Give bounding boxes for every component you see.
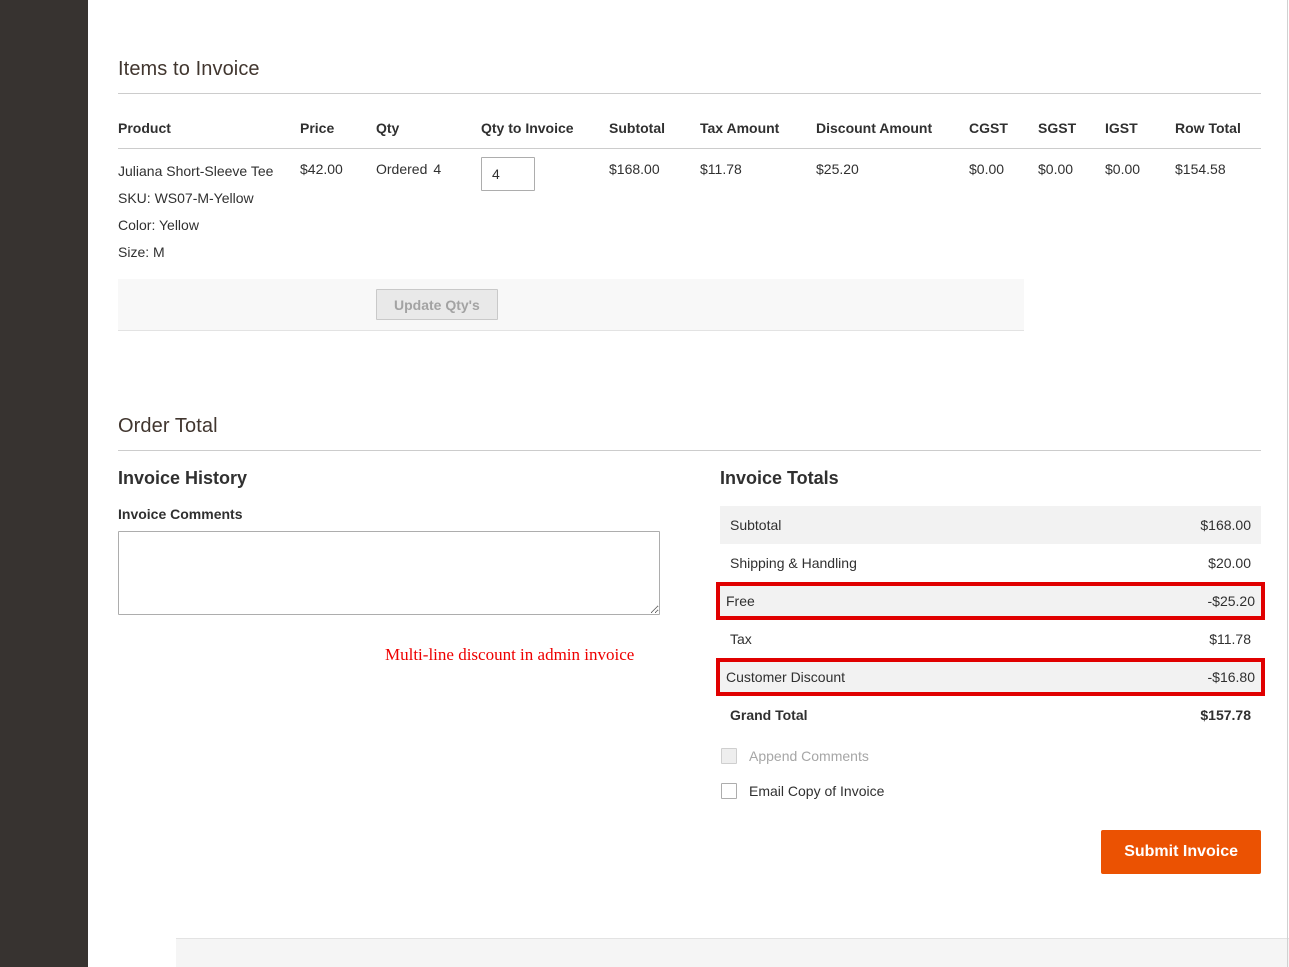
- item-row: Juliana Short-Sleeve Tee SKU: WS07-M-Yel…: [118, 149, 1261, 275]
- col-header-sgst: SGST: [1038, 94, 1105, 149]
- product-name: Juliana Short-Sleeve Tee: [118, 161, 292, 181]
- product-cell: Juliana Short-Sleeve Tee SKU: WS07-M-Yel…: [118, 149, 300, 275]
- discount-amount-cell: $25.20: [816, 149, 969, 275]
- admin-sidebar: [0, 0, 88, 967]
- total-label: Customer Discount: [726, 669, 845, 685]
- total-row-grand-total: Grand Total $157.78: [720, 696, 1261, 734]
- qty-status-label: Ordered: [376, 161, 427, 177]
- col-header-subtotal: Subtotal: [609, 94, 700, 149]
- total-row-tax: Tax $11.78: [720, 620, 1261, 658]
- qty-to-invoice-input[interactable]: [481, 157, 535, 191]
- items-table-header-row: Product Price Qty Qty to Invoice Subtota…: [118, 94, 1261, 149]
- qty-cell: Ordered 4: [376, 149, 481, 275]
- tax-amount-cell: $11.78: [700, 149, 816, 275]
- footer-strip: [176, 938, 1289, 967]
- total-row-shipping: Shipping & Handling $20.00: [720, 544, 1261, 582]
- items-to-invoice-title: Items to Invoice: [118, 58, 1261, 81]
- col-header-qty: Qty: [376, 94, 481, 149]
- total-label: Grand Total: [730, 707, 808, 723]
- invoice-comments-label: Invoice Comments: [118, 506, 660, 522]
- col-header-discount-amount: Discount Amount: [816, 94, 969, 149]
- main-content: Items to Invoice Product Price Qty Qty t…: [88, 0, 1289, 967]
- invoice-history-title: Invoice History: [118, 468, 660, 489]
- total-label: Subtotal: [730, 517, 781, 533]
- total-row-customer-discount: Customer Discount -$16.80: [716, 658, 1265, 696]
- order-total-title: Order Total: [118, 415, 1261, 438]
- col-header-product: Product: [118, 94, 300, 149]
- email-copy-row: Email Copy of Invoice: [720, 783, 1261, 799]
- email-copy-checkbox[interactable]: [721, 783, 737, 799]
- total-value: -$25.20: [1208, 593, 1255, 609]
- total-label: Shipping & Handling: [730, 555, 857, 571]
- invoice-totals-table: Subtotal $168.00 Shipping & Handling $20…: [720, 506, 1261, 734]
- append-comments-label: Append Comments: [749, 748, 869, 764]
- product-color: Color: Yellow: [118, 215, 292, 235]
- items-table: Product Price Qty Qty to Invoice Subtota…: [118, 94, 1261, 274]
- sgst-cell: $0.00: [1038, 149, 1105, 275]
- total-label: Free: [726, 593, 755, 609]
- total-value: -$16.80: [1208, 669, 1255, 685]
- invoice-totals-column: Invoice Totals Subtotal $168.00 Shipping…: [720, 468, 1261, 874]
- subtotal-cell: $168.00: [609, 149, 700, 275]
- discount-annotation-text: Multi-line discount in admin invoice: [385, 645, 660, 665]
- col-header-igst: IGST: [1105, 94, 1175, 149]
- product-size: Size: M: [118, 242, 292, 262]
- total-value: $20.00: [1208, 555, 1251, 571]
- igst-cell: $0.00: [1105, 149, 1175, 275]
- product-sku: SKU: WS07-M-Yellow: [118, 188, 292, 208]
- email-copy-label: Email Copy of Invoice: [749, 783, 884, 799]
- row-total-cell: $154.58: [1175, 149, 1261, 275]
- total-row-free-discount: Free -$25.20: [716, 582, 1265, 620]
- page-right-edge: [1287, 0, 1288, 967]
- total-label: Tax: [730, 631, 752, 647]
- invoice-totals-title: Invoice Totals: [720, 468, 1261, 489]
- col-header-tax-amount: Tax Amount: [700, 94, 816, 149]
- total-value: $168.00: [1200, 517, 1251, 533]
- order-total-header: Order Total: [118, 331, 1261, 451]
- col-header-cgst: CGST: [969, 94, 1038, 149]
- price-cell: $42.00: [300, 149, 376, 275]
- total-value: $157.78: [1200, 707, 1251, 723]
- append-comments-checkbox[interactable]: [721, 748, 737, 764]
- col-header-price: Price: [300, 94, 376, 149]
- update-qty-button[interactable]: Update Qty's: [376, 289, 498, 320]
- submit-invoice-button[interactable]: Submit Invoice: [1101, 830, 1261, 874]
- update-qty-bar: Update Qty's: [118, 279, 1024, 331]
- total-row-subtotal: Subtotal $168.00: [720, 506, 1261, 544]
- total-value: $11.78: [1209, 631, 1251, 647]
- cgst-cell: $0.00: [969, 149, 1038, 275]
- append-comments-row: Append Comments: [720, 748, 1261, 764]
- col-header-qty-to-invoice: Qty to Invoice: [481, 94, 609, 149]
- invoice-comments-textarea[interactable]: [118, 531, 660, 615]
- col-header-row-total: Row Total: [1175, 94, 1261, 149]
- qty-to-invoice-cell: [481, 149, 609, 275]
- qty-ordered-value: 4: [433, 161, 441, 177]
- invoice-history-column: Invoice History Invoice Comments Multi-l…: [118, 468, 660, 874]
- items-to-invoice-header: Items to Invoice: [118, 0, 1261, 94]
